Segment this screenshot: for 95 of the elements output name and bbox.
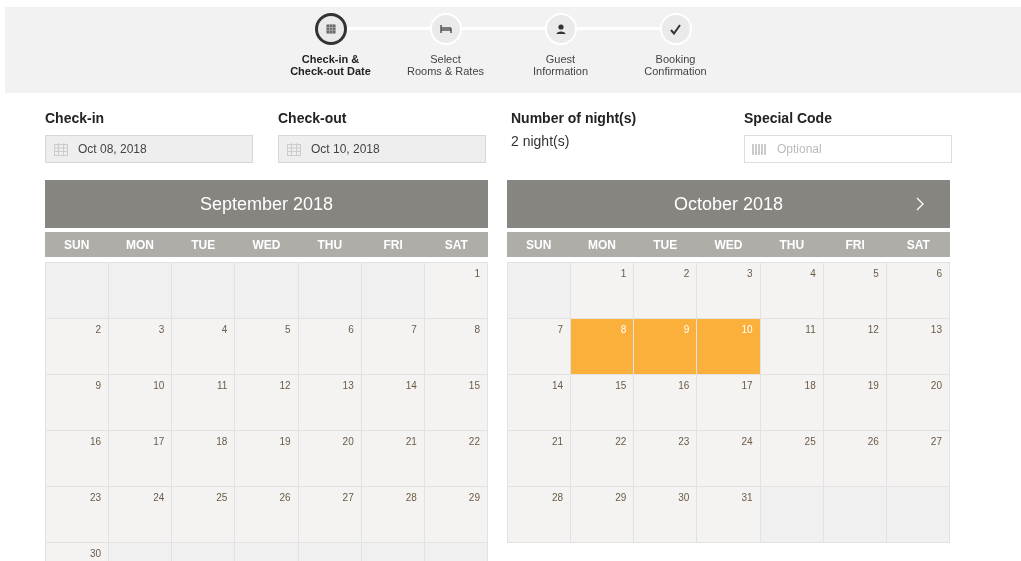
- day-cell[interactable]: 21: [508, 431, 572, 487]
- field-label: Check-out: [278, 110, 348, 128]
- day-cell[interactable]: 28: [508, 487, 572, 543]
- day-cell[interactable]: 3: [697, 263, 761, 319]
- weekday-label: THU: [316, 236, 344, 254]
- weekday-label: SAT: [905, 236, 931, 254]
- person-icon: [555, 24, 566, 34]
- weekday-label: THU: [778, 236, 806, 254]
- day-cell[interactable]: 7: [361, 319, 425, 375]
- day-cell[interactable]: 12: [823, 319, 887, 375]
- day-cell[interactable]: 23: [634, 431, 698, 487]
- day-cell[interactable]: 31: [697, 487, 761, 543]
- day-cell[interactable]: 19: [823, 375, 887, 431]
- day-cell[interactable]: 13: [298, 375, 362, 431]
- day-cell[interactable]: 27: [886, 431, 950, 487]
- weekday-label: SAT: [443, 236, 469, 254]
- day-cell[interactable]: 1: [424, 263, 488, 319]
- day-cell[interactable]: 29: [424, 487, 488, 543]
- day-cell[interactable]: 16: [46, 431, 110, 487]
- step-label: Check-in & Check-out Date: [290, 53, 371, 77]
- date-field[interactable]: Oct 10, 2018: [278, 135, 486, 163]
- weekday-label: WED: [713, 236, 744, 254]
- day-cell[interactable]: 23: [46, 487, 110, 543]
- step-label: Guest Information: [533, 53, 588, 77]
- weekday-label: FRI: [844, 236, 866, 254]
- step-label: Select Rooms & Rates: [407, 53, 484, 77]
- field-label: Check-in: [45, 110, 106, 128]
- code-field[interactable]: Optional: [744, 135, 952, 163]
- day-cell[interactable]: 12: [235, 375, 299, 431]
- step-circle[interactable]: [314, 13, 347, 45]
- day-cell[interactable]: 6: [886, 263, 950, 319]
- weekday-label: MON: [586, 236, 617, 254]
- day-cell[interactable]: 1: [571, 263, 635, 319]
- day-cell[interactable]: 24: [697, 431, 761, 487]
- day-cell[interactable]: 22: [571, 431, 635, 487]
- month-title: September 2018: [199, 193, 334, 215]
- month-title: October 2018: [673, 193, 784, 215]
- day-cell[interactable]: 19: [235, 431, 299, 487]
- weekday-label: WED: [251, 236, 282, 254]
- day-cell[interactable]: 11: [760, 319, 824, 375]
- bed-icon: [439, 25, 452, 33]
- day-cell[interactable]: 7: [508, 319, 572, 375]
- weekday-label: TUE: [652, 236, 679, 254]
- weekday-label: SUN: [524, 236, 553, 254]
- weekday-label: SUN: [62, 236, 91, 254]
- weekday-label: FRI: [382, 236, 404, 254]
- calendar-icon: [54, 142, 68, 156]
- field-label: Special Code: [744, 110, 833, 128]
- day-cell[interactable]: 14: [361, 375, 425, 431]
- day-cell[interactable]: 3: [109, 319, 173, 375]
- day-cell[interactable]: 30: [46, 543, 110, 561]
- day-cell[interactable]: 15: [424, 375, 488, 431]
- day-cell[interactable]: 4: [760, 263, 824, 319]
- day-cell[interactable]: 13: [886, 319, 950, 375]
- day-cell[interactable]: 20: [886, 375, 950, 431]
- day-cell[interactable]: 18: [172, 431, 236, 487]
- field-label: Number of night(s): [511, 110, 638, 128]
- day-cell[interactable]: 16: [634, 375, 698, 431]
- date-field[interactable]: Oct 08, 2018: [45, 135, 253, 163]
- day-cell[interactable]: 29: [571, 487, 635, 543]
- day-cell[interactable]: 5: [823, 263, 887, 319]
- day-cell[interactable]: 17: [697, 375, 761, 431]
- day-cell[interactable]: 11: [172, 375, 236, 431]
- day-cell[interactable]: 20: [298, 431, 362, 487]
- day-cell[interactable]: 26: [235, 487, 299, 543]
- weekday-label: TUE: [190, 236, 217, 254]
- day-cell[interactable]: 2: [634, 263, 698, 319]
- day-cell[interactable]: 21: [361, 431, 425, 487]
- day-cell[interactable]: 25: [172, 487, 236, 543]
- day-cell[interactable]: 17: [109, 431, 173, 487]
- day-cell[interactable]: 5: [235, 319, 299, 375]
- day-cell[interactable]: 4: [172, 319, 236, 375]
- nights-value: 2 night(s): [511, 133, 571, 149]
- day-cell[interactable]: 15: [571, 375, 635, 431]
- day-cell[interactable]: 6: [298, 319, 362, 375]
- day-cell[interactable]: 14: [508, 375, 572, 431]
- day-cell[interactable]: 8: [424, 319, 488, 375]
- day-cell[interactable]: 27: [298, 487, 362, 543]
- calendar-icon: [287, 142, 301, 156]
- day-cell[interactable]: 26: [823, 431, 887, 487]
- day-cell[interactable]: 28: [361, 487, 425, 543]
- day-cell[interactable]: 10: [109, 375, 173, 431]
- chevron-right-icon: [916, 197, 924, 211]
- day-cell[interactable]: 2: [46, 319, 110, 375]
- step-label: Booking Confirmation: [644, 53, 707, 77]
- checkmark-icon: [670, 23, 681, 35]
- day-cell[interactable]: 24: [109, 487, 173, 543]
- day-cell[interactable]: 25: [760, 431, 824, 487]
- day-cell[interactable]: 22: [424, 431, 488, 487]
- barcode-icon: [752, 144, 768, 155]
- day-cell[interactable]: 30: [634, 487, 698, 543]
- day-cell[interactable]: 18: [760, 375, 824, 431]
- weekday-label: MON: [124, 236, 155, 254]
- day-cell[interactable]: 9: [46, 375, 110, 431]
- calendar-icon: [325, 24, 336, 34]
